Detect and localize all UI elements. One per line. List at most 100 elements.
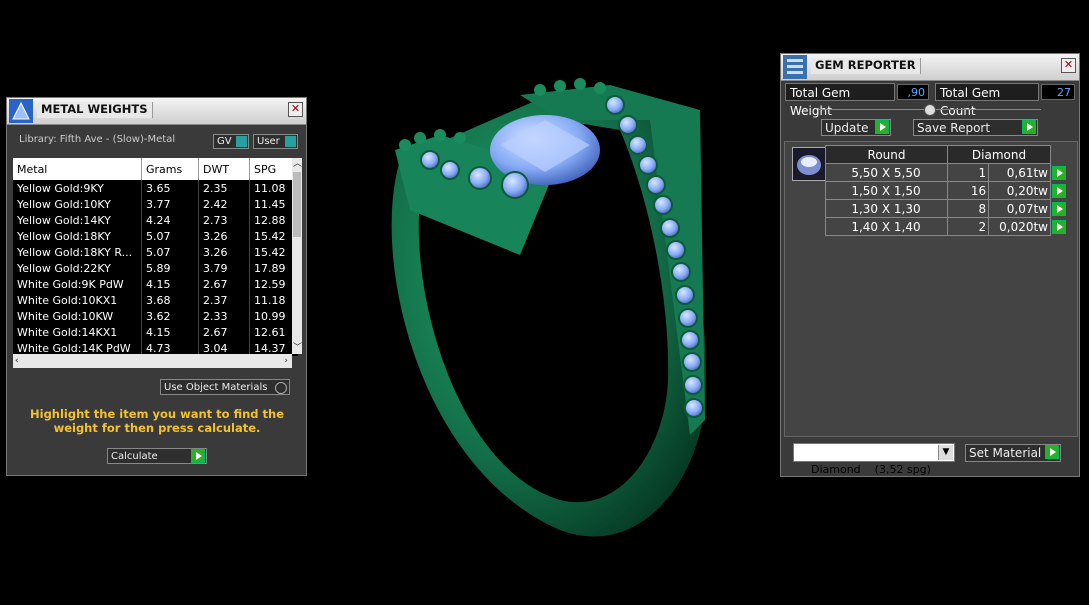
table-row[interactable]: 1,50 X 1,50 16 0,20tw [825, 181, 1068, 200]
gv-label: GV [217, 136, 232, 147]
count-cell: 16 [946, 181, 990, 200]
grams-cell: 4.15 [141, 324, 199, 340]
scroll-right-icon[interactable]: › [284, 356, 288, 366]
material-select-value: Diamond (3,52 spg) [811, 463, 931, 476]
dwt-cell: 2.33 [198, 308, 250, 324]
spg-cell: 11.18 [249, 292, 298, 308]
play-icon [1052, 165, 1066, 180]
metal-cell: Yellow Gold:14KY [13, 212, 142, 228]
table-row[interactable]: Yellow Gold:18KY R... 5.07 3.26 15.42 [13, 244, 298, 260]
table-row[interactable]: Yellow Gold:10KY 3.77 2.42 11.45 [13, 196, 298, 212]
table-row[interactable]: 1,40 X 1,40 2 0,020tw [825, 217, 1068, 236]
grams-cell: 3.68 [141, 292, 199, 308]
play-icon [875, 120, 889, 134]
count-cell: 1 [946, 163, 990, 182]
scroll-down-icon[interactable]: ﹀ [293, 343, 302, 353]
material-header: Diamond [947, 145, 1051, 164]
gem-reporter-title: GEM REPORTER [811, 58, 921, 74]
metal-table[interactable]: Metal Grams DWT SPG Yellow Gold:9KY 3.65 2… [13, 158, 298, 356]
metal-weights-app-icon [9, 99, 33, 123]
gem-row-select-button[interactable] [1051, 200, 1068, 218]
dwt-cell: 3.26 [198, 244, 250, 260]
library-label: Library: Fifth Ave - (Slow)-Metal [19, 134, 176, 145]
slider-knob-icon[interactable] [924, 104, 936, 116]
grams-cell: 3.65 [141, 180, 199, 196]
total-gem-weight-label: Total Gem Weight [785, 83, 895, 118]
count-cell: 2 [946, 217, 990, 236]
play-icon [1052, 183, 1066, 198]
use-object-materials-toggle[interactable]: Use Object Materials [160, 379, 290, 395]
spg-cell: 11.45 [249, 196, 298, 212]
scroll-thumb[interactable] [293, 172, 301, 237]
update-button[interactable]: Update [821, 119, 891, 136]
set-material-button[interactable]: Set Material [965, 444, 1061, 462]
dwt-cell: 2.67 [198, 276, 250, 292]
gem-row-select-button[interactable] [1051, 182, 1068, 200]
gem-reporter-titlebar[interactable]: GEM REPORTER ✕ [781, 54, 1079, 81]
metal-cell: White Gold:10KX1 [13, 292, 142, 308]
metal-weights-panel: METAL WEIGHTS ✕ Library: Fifth Ave - (Sl… [6, 97, 307, 476]
table-row[interactable]: White Gold:9K PdW 4.15 2.67 12.59 [13, 276, 298, 292]
scroll-left-icon[interactable]: ‹ [15, 356, 19, 366]
table-row[interactable]: Yellow Gold:9KY 3.65 2.35 11.08 [13, 180, 298, 196]
gv-toggle[interactable]: GV [213, 134, 249, 149]
gem-reporter-close-button[interactable]: ✕ [1061, 58, 1076, 73]
material-select[interactable]: Diamond (3,52 spg) ▼ [793, 443, 955, 476]
total-gem-weight-value: ,90 [897, 84, 929, 100]
dwt-cell: 3.79 [198, 260, 250, 276]
panel-slider[interactable] [819, 104, 1041, 116]
table-row[interactable]: White Gold:10KX1 3.68 2.37 11.18 [13, 292, 298, 308]
use-object-materials-label: Use Object Materials [164, 382, 268, 393]
scroll-up-icon[interactable]: ︿ [293, 159, 302, 169]
weight-cell: 0,20tw [988, 181, 1051, 200]
chevron-down-icon[interactable]: ▼ [938, 445, 953, 460]
gv-toggle-icon [236, 136, 247, 147]
gem-row-select-button[interactable] [1051, 218, 1068, 236]
grams-cell: 5.89 [141, 260, 199, 276]
metal-cell: Yellow Gold:22KY [13, 260, 142, 276]
gem-thumbnail-icon[interactable] [792, 147, 826, 181]
table-row[interactable]: 5,50 X 5,50 1 0,61tw [825, 163, 1068, 182]
play-icon [1052, 201, 1066, 216]
col-spg[interactable]: SPG [249, 158, 298, 180]
col-dwt[interactable]: DWT [198, 158, 250, 180]
grams-cell: 4.24 [141, 212, 199, 228]
grams-cell: 4.15 [141, 276, 199, 292]
size-cell: 5,50 X 5,50 [825, 163, 948, 182]
play-icon [1022, 120, 1036, 134]
weight-cell: 0,61tw [988, 163, 1051, 182]
gem-row-select-button[interactable] [1051, 164, 1068, 182]
dwt-cell: 2.42 [198, 196, 250, 212]
metal-cell: Yellow Gold:10KY [13, 196, 142, 212]
metal-table-hscrollbar[interactable]: ‹ › [13, 354, 292, 368]
spg-cell: 12.88 [249, 212, 298, 228]
table-row[interactable]: Yellow Gold:22KY 5.89 3.79 17.89 [13, 260, 298, 276]
col-metal[interactable]: Metal [13, 158, 142, 180]
save-report-button[interactable]: Save Report [913, 119, 1038, 136]
grams-cell: 3.77 [141, 196, 199, 212]
metal-cell: Yellow Gold:18KY [13, 228, 142, 244]
metal-table-header: Metal Grams DWT SPG [13, 158, 298, 180]
metal-cell: Yellow Gold:9KY [13, 180, 142, 196]
metal-cell: White Gold:10KW [13, 308, 142, 324]
table-row[interactable]: White Gold:10KW 3.62 2.33 10.99 [13, 308, 298, 324]
calculate-label: Calculate [111, 451, 158, 462]
calculate-button[interactable]: Calculate [107, 448, 207, 464]
user-label: User [257, 136, 280, 147]
table-row[interactable]: Yellow Gold:14KY 4.24 2.73 12.88 [13, 212, 298, 228]
save-report-label: Save Report [917, 121, 991, 135]
weight-cell: 0,020tw [988, 217, 1051, 236]
metal-cell: Yellow Gold:18KY R... [13, 244, 142, 260]
table-row[interactable]: 1,30 X 1,30 8 0,07tw [825, 199, 1068, 218]
user-toggle[interactable]: User [253, 134, 298, 149]
metal-weights-close-button[interactable]: ✕ [288, 102, 303, 117]
metal-weights-titlebar[interactable]: METAL WEIGHTS ✕ [7, 98, 306, 125]
metal-table-vscrollbar[interactable]: ︿ ﹀ [292, 158, 302, 354]
size-cell: 1,40 X 1,40 [825, 217, 948, 236]
col-grams[interactable]: Grams [141, 158, 199, 180]
dwt-cell: 2.37 [198, 292, 250, 308]
set-material-label: Set Material [969, 446, 1042, 460]
table-row[interactable]: White Gold:14KX1 4.15 2.67 12.61 [13, 324, 298, 340]
metal-weights-title: METAL WEIGHTS [37, 102, 153, 118]
table-row[interactable]: Yellow Gold:18KY 5.07 3.26 15.42 [13, 228, 298, 244]
